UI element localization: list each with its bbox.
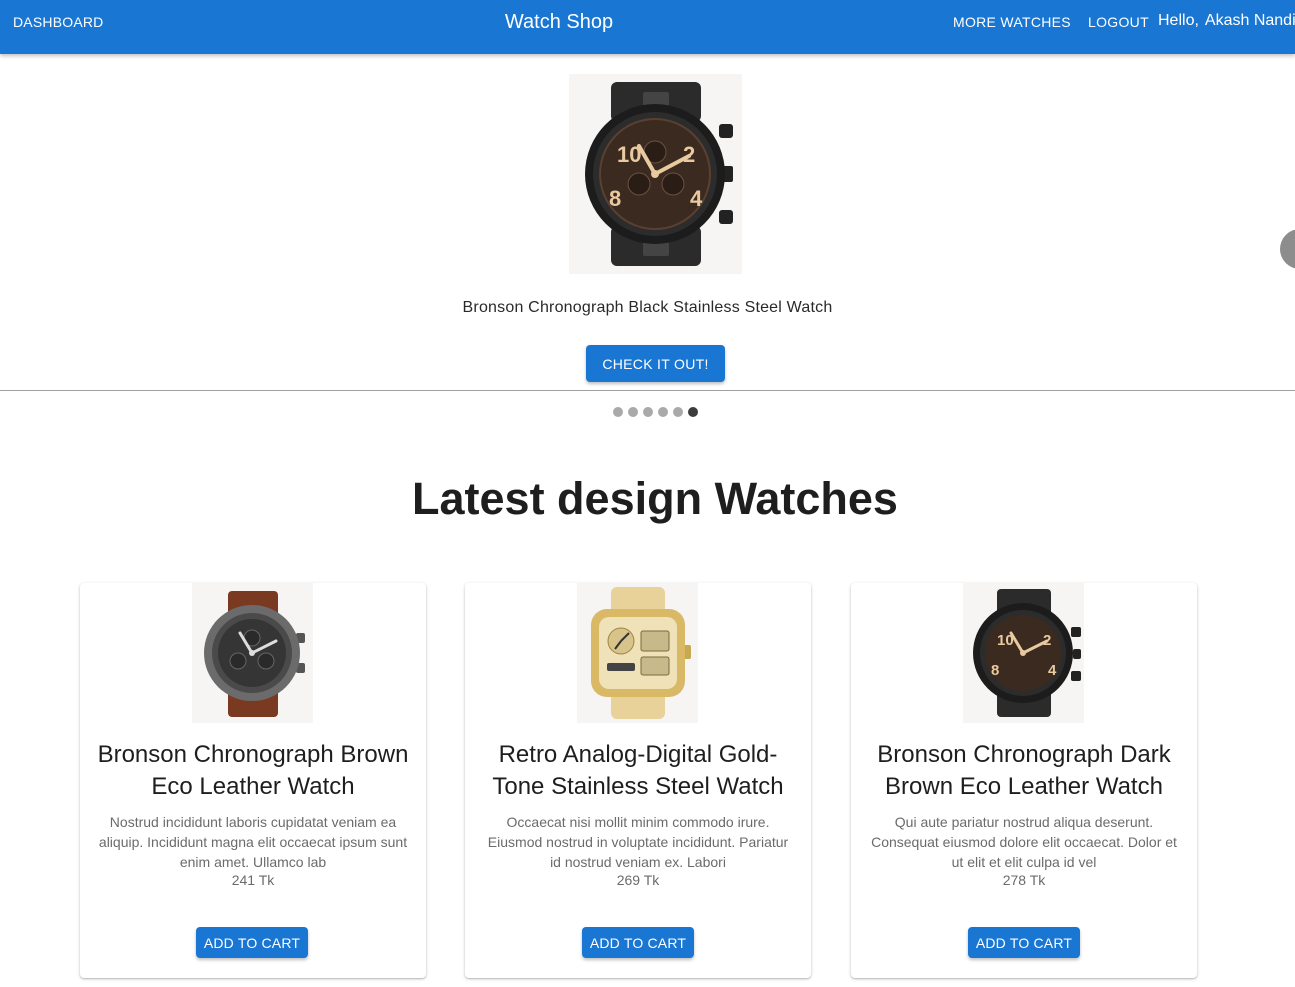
brand-title[interactable]: Watch Shop [0, 11, 1118, 34]
featured-caption: Bronson Chronograph Black Stainless Stee… [462, 299, 833, 316]
app-bar: DASHBOARD Watch Shop MORE WATCHES LOGOUT… [0, 0, 1295, 54]
carousel-next-icon[interactable] [1280, 229, 1295, 269]
carousel-dot[interactable] [628, 407, 638, 417]
check-it-out-button[interactable]: CHECK IT OUT! [586, 345, 725, 382]
logout-button[interactable]: LOGOUT [1088, 14, 1149, 30]
svg-text:4: 4 [690, 186, 703, 211]
product-description: Occaecat nisi mollit minim commodo irure… [487, 814, 789, 870]
add-to-cart-button[interactable]: ADD TO CART [968, 927, 1080, 958]
carousel-indicators [613, 407, 698, 417]
product-price: 278 Tk [1002, 872, 1046, 888]
product-description: Nostrud incididunt laboris cupidatat ven… [98, 814, 408, 870]
carousel-dot[interactable] [613, 407, 623, 417]
carousel-dot[interactable] [673, 407, 683, 417]
product-description: Qui aute pariatur nostrud aliqua deserun… [871, 814, 1177, 870]
carousel-dot-active[interactable] [688, 407, 698, 417]
add-to-cart-button[interactable]: ADD TO CART [196, 927, 308, 958]
more-watches-link[interactable]: MORE WATCHES [953, 14, 1071, 30]
product-title: Bronson Chronograph Brown Eco Leather Wa… [97, 741, 409, 800]
product-title: Retro Analog-Digital Gold-Tone Stainless… [492, 741, 784, 800]
gold-analog-digital-watch-image[interactable] [577, 583, 698, 723]
product-card: Bronson Chronograph Brown Eco Leather Wa… [80, 583, 426, 978]
svg-text:8: 8 [991, 662, 999, 679]
featured-carousel: 10 2 8 4 Bronson Chronograph Black Stain… [0, 54, 1295, 391]
product-title: Bronson Chronograph Dark Brown Eco Leath… [877, 741, 1171, 800]
section-title: Latest design Watches [412, 473, 898, 524]
greeting-text: Hello, [1158, 12, 1199, 29]
user-greeting: Hello, Akash Nandi [1158, 12, 1295, 30]
black-chronograph-watch-image: 10 2 8 4 [569, 74, 742, 274]
product-price: 241 Tk [231, 872, 275, 888]
grey-chronograph-watch-image[interactable] [192, 583, 313, 723]
carousel-dot[interactable] [658, 407, 668, 417]
user-name: Akash Nandi [1204, 12, 1295, 29]
svg-text:4: 4 [1048, 662, 1057, 679]
svg-text:8: 8 [609, 186, 621, 211]
product-card: Retro Analog-Digital Gold-Tone Stainless… [465, 583, 811, 978]
product-card: 10 2 8 4 Bronson Chronograph Dark Brown … [851, 583, 1197, 978]
dark-brown-chronograph-watch-image[interactable]: 10 2 8 4 [963, 583, 1084, 723]
add-to-cart-button[interactable]: ADD TO CART [582, 927, 694, 958]
carousel-dot[interactable] [643, 407, 653, 417]
product-price: 269 Tk [616, 872, 660, 888]
